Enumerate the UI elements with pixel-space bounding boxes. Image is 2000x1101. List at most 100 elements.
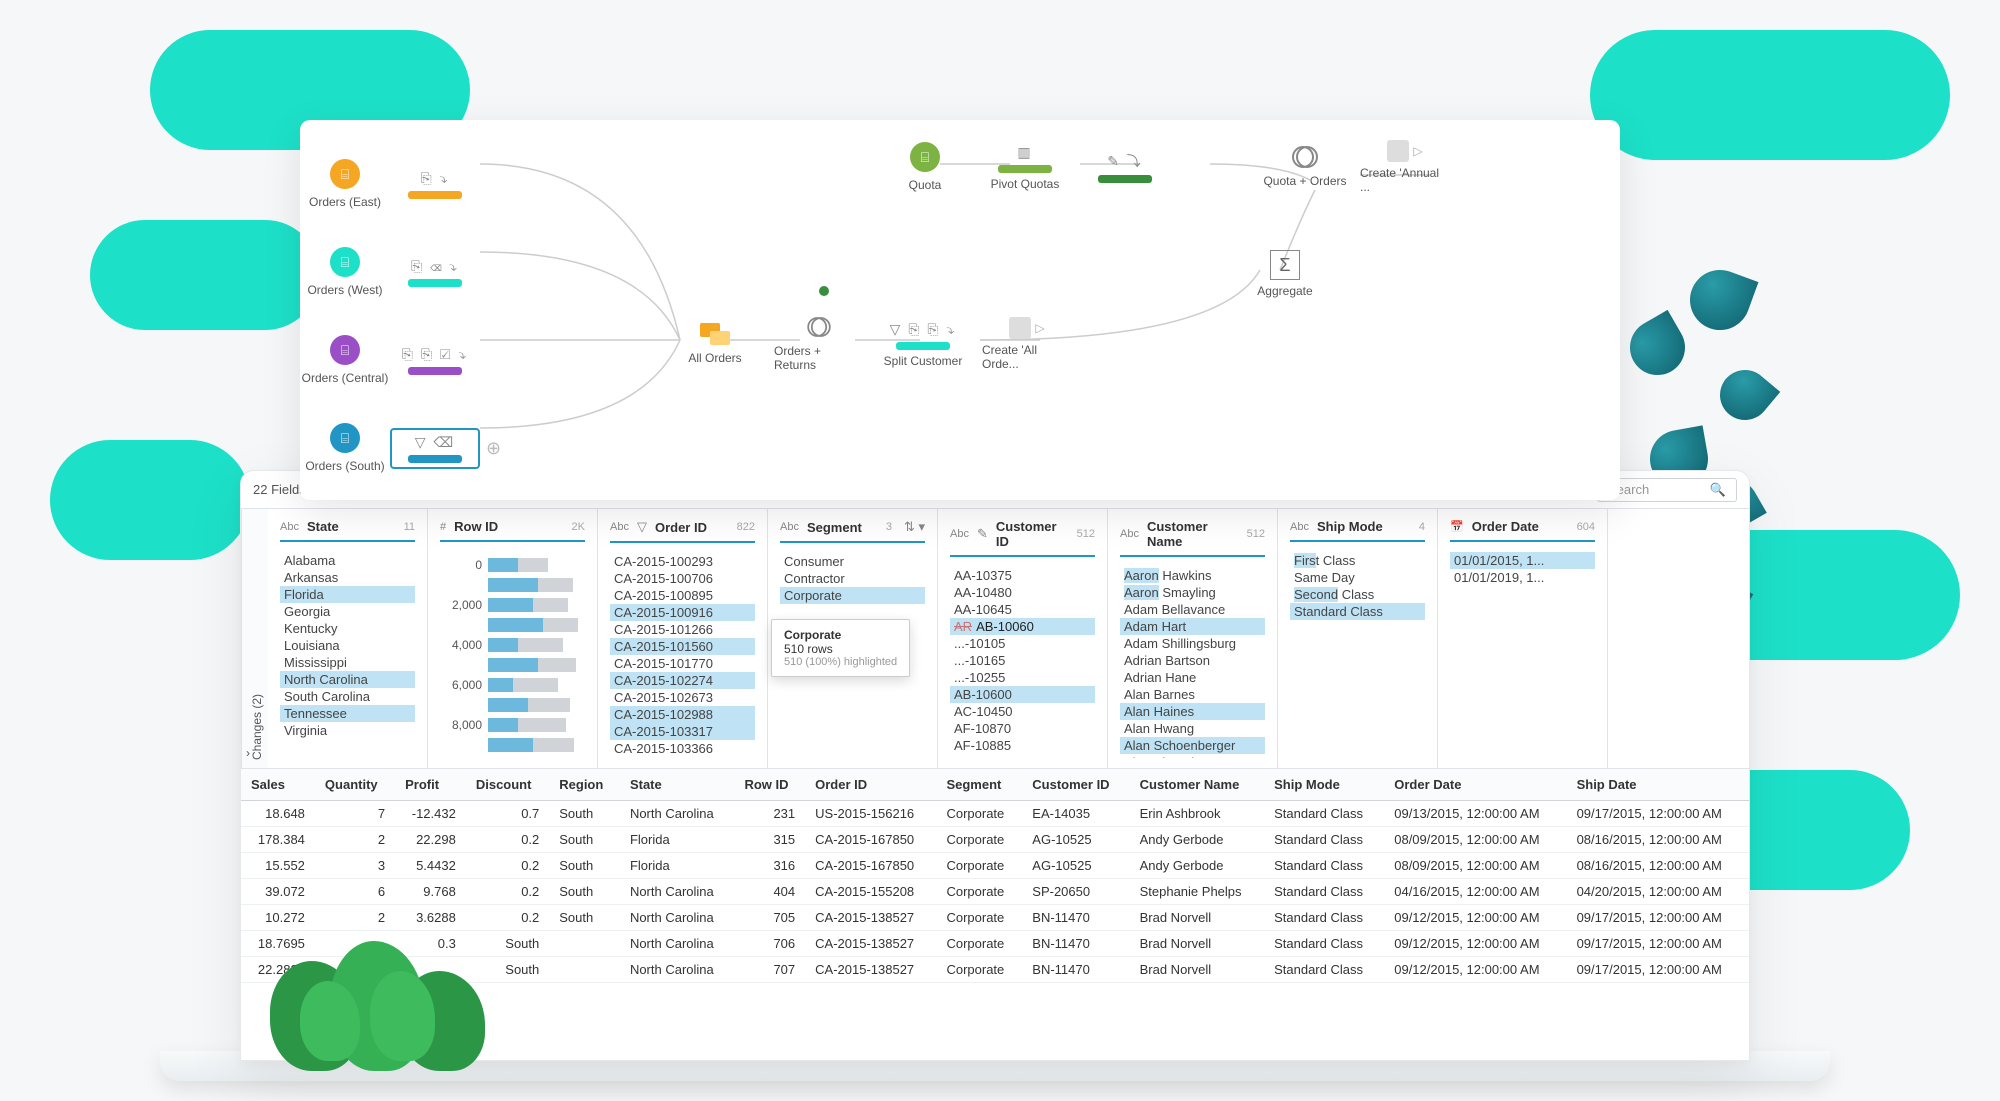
value-row[interactable]: CA-2015-101560 bbox=[610, 638, 755, 655]
value-row[interactable]: Adam Hart bbox=[1120, 618, 1265, 635]
value-row[interactable]: Tennessee bbox=[280, 705, 415, 722]
value-row[interactable]: CA-2015-101770 bbox=[610, 655, 755, 672]
value-row[interactable]: Mississippi bbox=[280, 654, 415, 671]
histo-bin[interactable]: 4,000 bbox=[440, 638, 585, 652]
changes-tab[interactable]: › Changes (2) bbox=[241, 509, 268, 768]
histo-bin[interactable]: 0 bbox=[440, 558, 585, 572]
flow-node-orders-returns[interactable]: Orders + Returns bbox=[774, 316, 864, 372]
histo-bin[interactable]: 8,000 bbox=[440, 718, 585, 732]
flow-step-pivot[interactable]: ▥ Pivot Quotas bbox=[980, 144, 1070, 191]
value-row[interactable]: Aaron Hawkins bbox=[1120, 567, 1265, 584]
value-row[interactable]: Adam Shillingsburg bbox=[1120, 635, 1265, 652]
value-row[interactable]: Corporate bbox=[780, 587, 925, 604]
value-row[interactable]: Florida bbox=[280, 586, 415, 603]
histo-bin[interactable] bbox=[440, 658, 585, 672]
value-row[interactable]: Adrian Hane bbox=[1120, 669, 1265, 686]
flow-source-west[interactable]: ⌸ Orders (West) bbox=[300, 247, 390, 297]
profile-col-customername[interactable]: Abc Customer Name 512 Aaron HawkinsAaron… bbox=[1108, 509, 1278, 768]
value-row[interactable]: AF-10885 bbox=[950, 737, 1095, 754]
value-row[interactable]: AF-10870 bbox=[950, 720, 1095, 737]
value-row[interactable]: CA-2015-100293 bbox=[610, 553, 755, 570]
flow-node-quota[interactable]: ⌸ Quota bbox=[880, 142, 970, 192]
grid-header[interactable]: Order Date bbox=[1384, 769, 1566, 801]
value-row[interactable]: AA-10375 bbox=[950, 567, 1095, 584]
value-row[interactable]: Second Class bbox=[1290, 586, 1425, 603]
value-row[interactable]: AG-10330 bbox=[950, 754, 1095, 758]
flow-step-split[interactable]: ▽ ⎘ ⎘ ⤵ Split Customer bbox=[878, 321, 968, 368]
value-row[interactable]: CA-2015-100895 bbox=[610, 587, 755, 604]
value-row[interactable]: Arkansas bbox=[280, 569, 415, 586]
value-row[interactable]: CA-2015-102274 bbox=[610, 672, 755, 689]
value-row[interactable]: CA-2015-100706 bbox=[610, 570, 755, 587]
flow-step-clean-green[interactable]: ✎ ⤵ bbox=[1080, 151, 1170, 183]
grid-header[interactable]: Region bbox=[549, 769, 620, 801]
flow-source-east[interactable]: ⌸ Orders (East) bbox=[300, 159, 390, 209]
value-row[interactable]: 01/01/2015, 1... bbox=[1450, 552, 1595, 569]
value-row[interactable]: AA-10645 bbox=[950, 601, 1095, 618]
grid-header[interactable]: Ship Mode bbox=[1264, 769, 1384, 801]
flow-node-create-annual[interactable]: ▷ Create 'Annual ... bbox=[1360, 140, 1450, 194]
value-row[interactable]: ...-10105 bbox=[950, 635, 1095, 652]
histo-bin[interactable] bbox=[440, 618, 585, 632]
value-row[interactable]: Alan Barnes bbox=[1120, 686, 1265, 703]
flow-node-all-orders[interactable]: All Orders bbox=[670, 323, 760, 365]
profile-col-customerid[interactable]: Abc ✎ Customer ID 512 AA-10375AA-10480AA… bbox=[938, 509, 1108, 768]
grid-header[interactable]: Customer ID bbox=[1022, 769, 1129, 801]
value-row[interactable]: Aaron Smayling bbox=[1120, 584, 1265, 601]
grid-header[interactable]: Customer Name bbox=[1130, 769, 1265, 801]
value-row[interactable]: Alan Schoenberger bbox=[1120, 737, 1265, 754]
value-row[interactable]: Alabama bbox=[280, 552, 415, 569]
histo-bin[interactable] bbox=[440, 578, 585, 592]
flow-canvas[interactable]: ⌸ Quota ▥ Pivot Quotas ✎ ⤵ Quota + Order… bbox=[300, 120, 1620, 500]
flow-step-selected[interactable]: ▽ ⌫ bbox=[390, 428, 480, 469]
value-row[interactable]: ARAB-10060 bbox=[950, 618, 1095, 635]
add-step-icon[interactable]: ⊕ bbox=[486, 438, 501, 459]
table-row[interactable]: 18.6487-12.4320.7SouthNorth Carolina231U… bbox=[241, 801, 1749, 827]
value-row[interactable]: CA-2015-102988 bbox=[610, 706, 755, 723]
value-row[interactable]: Same Day bbox=[1290, 569, 1425, 586]
profile-col-rowid[interactable]: # Row ID 2K 02,0004,0006,0008,00010,000 bbox=[428, 509, 598, 768]
value-row[interactable]: AA-10480 bbox=[950, 584, 1095, 601]
value-row[interactable]: Louisiana bbox=[280, 637, 415, 654]
grid-header[interactable]: Order ID bbox=[805, 769, 936, 801]
table-row[interactable]: 10.27223.62880.2SouthNorth Carolina705CA… bbox=[241, 905, 1749, 931]
value-row[interactable]: CA-2015-100916 bbox=[610, 604, 755, 621]
value-row[interactable]: Kentucky bbox=[280, 620, 415, 637]
profile-col-state[interactable]: Abc State 11 AlabamaArkansasFloridaGeorg… bbox=[268, 509, 428, 768]
value-row[interactable]: ...-10255 bbox=[950, 669, 1095, 686]
histo-bin[interactable]: 6,000 bbox=[440, 678, 585, 692]
sort-icon[interactable]: ⇅ ▾ bbox=[904, 519, 925, 535]
flow-step[interactable]: ⎘ ⤵ bbox=[390, 170, 480, 199]
flow-step[interactable]: ⎘ ⌫ ⤵ bbox=[390, 258, 480, 287]
flow-step[interactable]: ⎘ ⎘ ☑ ⤵ bbox=[390, 346, 480, 375]
value-row[interactable]: CA-2015-103317 bbox=[610, 723, 755, 740]
value-row[interactable]: CA-2015-101266 bbox=[610, 621, 755, 638]
value-row[interactable]: Consumer bbox=[780, 553, 925, 570]
flow-node-aggregate[interactable]: Σ Aggregate bbox=[1240, 250, 1330, 298]
table-row[interactable]: 178.384222.2980.2SouthFlorida315CA-2015-… bbox=[241, 827, 1749, 853]
flow-node-create-all[interactable]: ▷ Create 'All Orde... bbox=[982, 317, 1072, 371]
value-row[interactable]: Adrian Bartson bbox=[1120, 652, 1265, 669]
value-row[interactable]: Virginia bbox=[280, 722, 415, 739]
value-row[interactable]: AB-10600 bbox=[950, 686, 1095, 703]
value-row[interactable]: North Carolina bbox=[280, 671, 415, 688]
value-row[interactable]: Alan Shonely bbox=[1120, 754, 1265, 758]
table-row[interactable]: 15.55235.44320.2SouthFlorida316CA-2015-1… bbox=[241, 853, 1749, 879]
grid-header[interactable]: Row ID bbox=[734, 769, 805, 801]
grid-header[interactable]: Segment bbox=[936, 769, 1022, 801]
value-row[interactable]: Contractor bbox=[780, 570, 925, 587]
value-row[interactable]: Adam Bellavance bbox=[1120, 601, 1265, 618]
grid-header[interactable]: Profit bbox=[395, 769, 466, 801]
flow-node-quota-orders[interactable]: Quota + Orders bbox=[1260, 146, 1350, 188]
edit-icon[interactable]: ✎ bbox=[977, 526, 988, 542]
grid-header[interactable]: Quantity bbox=[315, 769, 395, 801]
profile-col-shipmode[interactable]: Abc Ship Mode 4 First ClassSame DaySecon… bbox=[1278, 509, 1438, 768]
value-row[interactable]: CA-2015-102673 bbox=[610, 689, 755, 706]
grid-header[interactable]: Discount bbox=[466, 769, 549, 801]
flow-source-south[interactable]: ⌸ Orders (South) bbox=[300, 423, 390, 473]
value-row[interactable]: ...-10165 bbox=[950, 652, 1095, 669]
value-row[interactable]: Standard Class bbox=[1290, 603, 1425, 620]
histo-bin[interactable] bbox=[440, 738, 585, 752]
value-row[interactable]: Georgia bbox=[280, 603, 415, 620]
value-row[interactable]: 01/01/2019, 1... bbox=[1450, 569, 1595, 586]
